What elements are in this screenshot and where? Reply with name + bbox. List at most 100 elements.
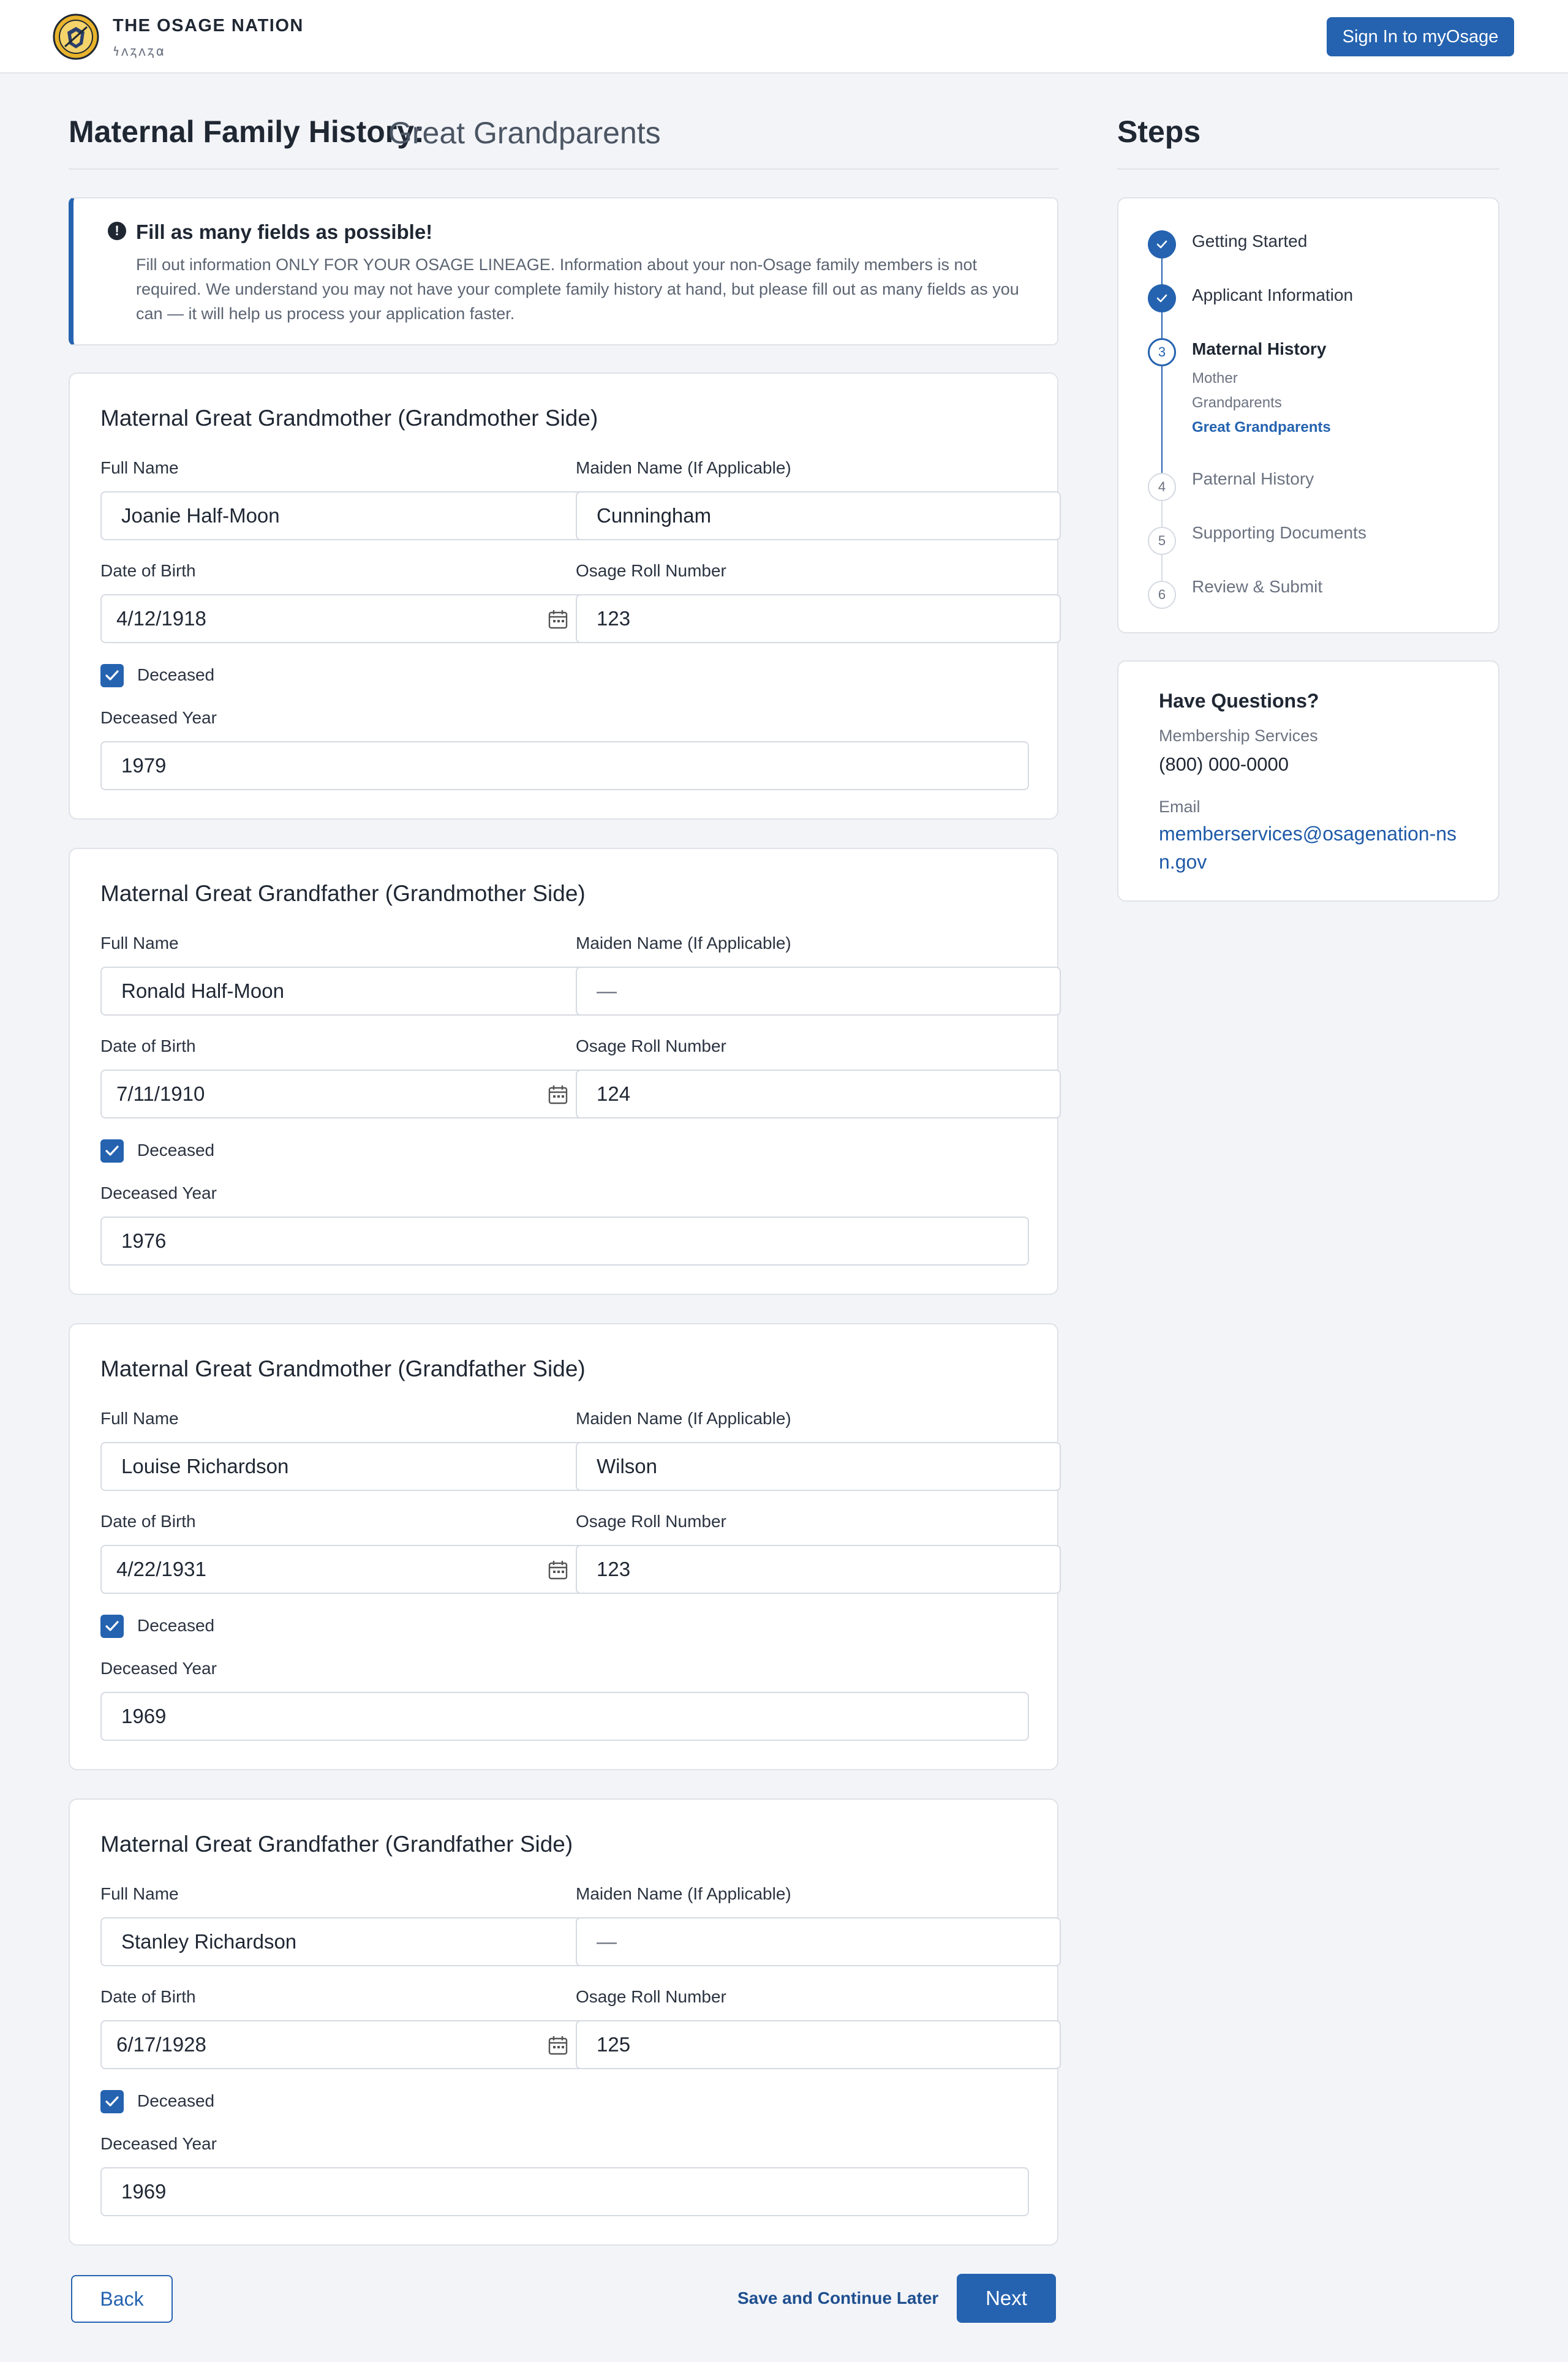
check-icon bbox=[105, 1621, 119, 1631]
deceased-checkbox[interactable] bbox=[100, 1139, 124, 1163]
full-name-label: Full Name bbox=[100, 458, 179, 477]
email-link[interactable]: memberservices@osagenation-nsn.gov bbox=[1159, 820, 1465, 876]
email-label: Email bbox=[1159, 798, 1200, 816]
deceased-year-label: Deceased Year bbox=[100, 1659, 217, 1678]
dob-value: 4/12/1918 bbox=[116, 607, 206, 630]
maiden-name-input[interactable]: — bbox=[576, 967, 1061, 1016]
dob-input[interactable]: 4/22/1931 bbox=[100, 1545, 586, 1594]
substep-great-grandparents[interactable]: Great Grandparents bbox=[1192, 419, 1331, 436]
card-title: Maternal Great Grandfather (Grandfather … bbox=[100, 1832, 573, 1857]
card-title: Maternal Great Grandmother (Grandfather … bbox=[100, 1356, 586, 1381]
card-title: Maternal Great Grandfather (Grandmother … bbox=[100, 881, 586, 906]
step-maternal-history[interactable]: Maternal History bbox=[1192, 339, 1326, 359]
full-name-input[interactable]: Louise Richardson bbox=[100, 1442, 586, 1491]
save-continue-later-link[interactable]: Save and Continue Later bbox=[737, 2288, 938, 2308]
brand-name: THE OSAGE NATION bbox=[113, 16, 304, 36]
membership-services-label: Membership Services bbox=[1159, 726, 1318, 745]
full-name-input[interactable]: Ronald Half-Moon bbox=[100, 967, 586, 1016]
step-2-complete-icon bbox=[1148, 284, 1176, 312]
osage-seal-logo[interactable] bbox=[53, 13, 99, 60]
dob-input[interactable]: 4/12/1918 bbox=[100, 594, 586, 643]
substep-grandparents[interactable]: Grandparents bbox=[1192, 394, 1282, 412]
card-great-grandfather-grandfather-side: Maternal Great Grandfather (Grandfather … bbox=[69, 1798, 1061, 2246]
deceased-year-input[interactable]: 1969 bbox=[100, 1692, 1029, 1741]
help-panel: Have Questions? Membership Services (800… bbox=[1117, 660, 1499, 902]
deceased-year-label: Deceased Year bbox=[100, 2134, 217, 2153]
calendar-icon[interactable] bbox=[548, 609, 568, 630]
calendar-icon[interactable] bbox=[548, 1084, 568, 1105]
deceased-checkbox[interactable] bbox=[100, 664, 124, 687]
roll-number-input[interactable]: 124 bbox=[576, 1070, 1061, 1119]
dob-label: Date of Birth bbox=[100, 1036, 196, 1055]
dob-input[interactable]: 7/11/1910 bbox=[100, 1070, 586, 1119]
step-connector bbox=[1161, 312, 1163, 338]
maiden-name-input[interactable]: Wilson bbox=[576, 1442, 1061, 1491]
dob-input[interactable]: 6/17/1928 bbox=[100, 2020, 586, 2069]
step-1-complete-icon bbox=[1148, 230, 1176, 258]
info-icon: ! bbox=[108, 222, 126, 240]
roll-number-label: Osage Roll Number bbox=[576, 1987, 726, 2006]
deceased-checkbox[interactable] bbox=[100, 2090, 124, 2113]
steps-divider bbox=[1117, 168, 1499, 170]
title-divider bbox=[69, 168, 1058, 170]
dob-label: Date of Birth bbox=[100, 1987, 196, 2006]
full-name-input[interactable]: Stanley Richardson bbox=[100, 1917, 586, 1966]
roll-number-input[interactable]: 123 bbox=[576, 594, 1061, 643]
alert-title: Fill as many fields as possible! bbox=[136, 221, 433, 243]
brand-osage-script: 𐓏𐓘𐓻𐓘𐓻𐓟 bbox=[113, 43, 167, 59]
card-title: Maternal Great Grandmother (Grandmother … bbox=[100, 406, 598, 431]
maiden-name-label: Maiden Name (If Applicable) bbox=[576, 1884, 791, 1903]
deceased-year-label: Deceased Year bbox=[100, 1183, 217, 1202]
back-button[interactable]: Back bbox=[71, 2275, 173, 2323]
deceased-label: Deceased bbox=[137, 1616, 215, 1635]
step-getting-started[interactable]: Getting Started bbox=[1192, 232, 1307, 251]
step-connector bbox=[1161, 258, 1163, 284]
step-connector bbox=[1161, 501, 1163, 527]
deceased-year-input[interactable]: 1969 bbox=[100, 2167, 1029, 2216]
full-name-label: Full Name bbox=[100, 1409, 179, 1428]
deceased-label: Deceased bbox=[137, 1141, 215, 1160]
roll-number-label: Osage Roll Number bbox=[576, 1512, 726, 1531]
full-name-input[interactable]: Joanie Half-Moon bbox=[100, 491, 586, 540]
step-3-current-badge: 3 bbox=[1148, 338, 1176, 366]
info-alert: ! Fill as many fields as possible! Fill … bbox=[69, 197, 1058, 345]
card-great-grandmother-grandfather-side: Maternal Great Grandmother (Grandfather … bbox=[69, 1323, 1061, 1770]
card-great-grandfather-grandmother-side: Maternal Great Grandfather (Grandmother … bbox=[69, 848, 1061, 1295]
deceased-label: Deceased bbox=[137, 665, 215, 684]
step-paternal-history[interactable]: Paternal History bbox=[1192, 469, 1314, 489]
full-name-label: Full Name bbox=[100, 934, 179, 953]
top-header: THE OSAGE NATION 𐓏𐓘𐓻𐓘𐓻𐓟 Sign In to myOsa… bbox=[0, 0, 1568, 74]
steps-heading: Steps bbox=[1117, 115, 1201, 149]
check-icon bbox=[105, 2096, 119, 2107]
maiden-name-label: Maiden Name (If Applicable) bbox=[576, 458, 791, 477]
roll-number-label: Osage Roll Number bbox=[576, 561, 726, 580]
step-applicant-information[interactable]: Applicant Information bbox=[1192, 285, 1353, 305]
phone-number[interactable]: (800) 000-0000 bbox=[1159, 753, 1289, 775]
roll-number-input[interactable]: 123 bbox=[576, 1545, 1061, 1594]
help-title: Have Questions? bbox=[1159, 690, 1319, 712]
dob-label: Date of Birth bbox=[100, 1512, 196, 1531]
substep-mother[interactable]: Mother bbox=[1192, 370, 1238, 387]
card-great-grandmother-grandmother-side: Maternal Great Grandmother (Grandmother … bbox=[69, 372, 1061, 820]
deceased-checkbox[interactable] bbox=[100, 1615, 124, 1638]
next-button[interactable]: Next bbox=[957, 2274, 1056, 2323]
deceased-year-input[interactable]: 1976 bbox=[100, 1217, 1029, 1266]
step-review-submit[interactable]: Review & Submit bbox=[1192, 577, 1322, 597]
alert-body: Fill out information ONLY FOR YOUR OSAGE… bbox=[136, 255, 1019, 323]
dob-value: 4/22/1931 bbox=[116, 1558, 206, 1580]
step-4-badge: 4 bbox=[1148, 473, 1176, 501]
calendar-icon[interactable] bbox=[548, 1560, 568, 1580]
maiden-name-label: Maiden Name (If Applicable) bbox=[576, 1409, 791, 1428]
check-icon bbox=[105, 1145, 119, 1156]
maiden-name-input[interactable]: Cunningham bbox=[576, 491, 1061, 540]
step-supporting-documents[interactable]: Supporting Documents bbox=[1192, 523, 1366, 543]
maiden-name-input[interactable]: — bbox=[576, 1917, 1061, 1966]
roll-number-label: Osage Roll Number bbox=[576, 1036, 726, 1055]
roll-number-input[interactable]: 125 bbox=[576, 2020, 1061, 2069]
calendar-icon[interactable] bbox=[548, 2035, 568, 2056]
full-name-label: Full Name bbox=[100, 1884, 179, 1903]
page-subtitle: Great Grandparents bbox=[388, 116, 661, 150]
deceased-year-input[interactable]: 1979 bbox=[100, 741, 1029, 790]
sign-in-button[interactable]: Sign In to myOsage bbox=[1327, 17, 1514, 56]
step-6-badge: 6 bbox=[1148, 581, 1176, 609]
